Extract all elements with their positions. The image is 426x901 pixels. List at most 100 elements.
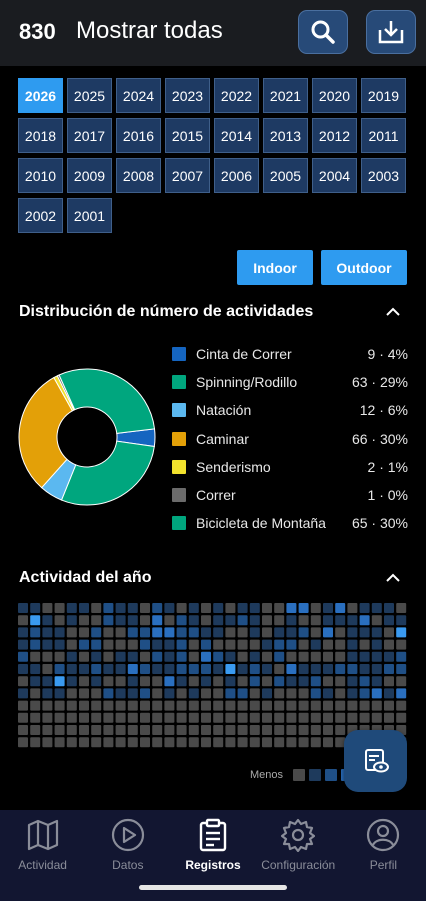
year-button-2022[interactable]: 2022: [214, 78, 259, 113]
heatmap-cell: [127, 639, 138, 650]
year-button-2012[interactable]: 2012: [312, 118, 357, 153]
heatmap-cell: [91, 603, 102, 613]
year-button-2008[interactable]: 2008: [116, 158, 161, 193]
legend-value: 2 · 1%: [367, 458, 408, 475]
nav-actividad[interactable]: Actividad: [0, 810, 85, 901]
year-button-2015[interactable]: 2015: [165, 118, 210, 153]
heatmap-cell: [176, 603, 187, 613]
year-button-2004[interactable]: 2004: [312, 158, 357, 193]
heatmap-cell: [213, 651, 224, 662]
heatmap-cell: [18, 737, 28, 748]
year-button-2017[interactable]: 2017: [67, 118, 112, 153]
legend-value: 65 · 30%: [351, 515, 408, 532]
year-button-2016[interactable]: 2016: [116, 118, 161, 153]
heatmap-cell: [152, 712, 163, 723]
heatmap-cell: [18, 725, 28, 735]
heatmap-cell: [262, 627, 272, 638]
heatmap-cell: [274, 737, 285, 748]
heatmap-cell: [298, 603, 309, 613]
heatmap-cell: [30, 651, 41, 662]
year-button-2005[interactable]: 2005: [263, 158, 308, 193]
heatmap-cell: [262, 688, 272, 699]
heatmap-cell: [225, 651, 236, 662]
year-button-2014[interactable]: 2014: [214, 118, 259, 153]
year-button-2001[interactable]: 2001: [67, 198, 112, 233]
heatmap-cell: [103, 651, 114, 662]
heatmap-cell: [79, 700, 89, 711]
heatmap-cell: [347, 615, 358, 626]
year-activity-title: Actividad del año: [19, 569, 152, 586]
indoor-button[interactable]: Indoor: [237, 250, 313, 285]
chevron-up-icon[interactable]: [384, 305, 402, 319]
heatmap-cell: [213, 737, 224, 748]
year-button-2019[interactable]: 2019: [361, 78, 406, 113]
year-button-2024[interactable]: 2024: [116, 78, 161, 113]
heatmap-cell: [164, 627, 175, 638]
heatmap-cell: [30, 664, 41, 674]
search-button[interactable]: [298, 10, 348, 54]
heatmap-cell: [18, 603, 28, 613]
heatmap-cell: [42, 615, 53, 626]
heatmap-cell: [262, 676, 272, 687]
heatmap-cell: [335, 627, 346, 638]
legend-item: Natación 12 · 6%: [172, 396, 408, 424]
heatmap-cell: [396, 639, 407, 650]
year-button-2023[interactable]: 2023: [165, 78, 210, 113]
heatmap-cell: [323, 627, 333, 638]
outdoor-button[interactable]: Outdoor: [321, 250, 407, 285]
heatmap-cell: [42, 700, 53, 711]
year-button-2003[interactable]: 2003: [361, 158, 406, 193]
heatmap-cell: [274, 725, 285, 735]
heatmap-cell: [79, 688, 89, 699]
year-button-2025[interactable]: 2025: [67, 78, 112, 113]
heatmap-cell: [310, 737, 321, 748]
heatmap-cell: [298, 651, 309, 662]
legend-value: 66 · 30%: [351, 430, 408, 447]
heatmap-cell: [140, 700, 150, 711]
heatmap-cell: [79, 639, 89, 650]
heatmap-cell: [249, 688, 260, 699]
year-button-2009[interactable]: 2009: [67, 158, 112, 193]
chevron-up-icon[interactable]: [384, 571, 402, 585]
heatmap-cell: [103, 676, 114, 687]
year-button-2007[interactable]: 2007: [165, 158, 210, 193]
year-button-2011[interactable]: 2011: [361, 118, 406, 153]
heatmap-cell: [127, 627, 138, 638]
heatmap-cell: [164, 737, 175, 748]
document-view-icon: [364, 749, 389, 773]
heatmap-cell: [237, 676, 248, 687]
heatmap-cell: [347, 676, 358, 687]
year-button-2020[interactable]: 2020: [312, 78, 357, 113]
heatmap-cell: [286, 725, 297, 735]
year-button-2002[interactable]: 2002: [18, 198, 63, 233]
legend-swatch: [172, 516, 186, 531]
heatmap-cell: [164, 664, 175, 674]
year-button-2021[interactable]: 2021: [263, 78, 308, 113]
heatmap-cell: [323, 639, 333, 650]
heatmap-cell: [298, 725, 309, 735]
year-button-2018[interactable]: 2018: [18, 118, 63, 153]
nav-perfil[interactable]: Perfil: [341, 810, 426, 901]
heatmap-cell: [42, 627, 53, 638]
view-records-fab[interactable]: [344, 730, 407, 792]
heatmap-cell: [127, 651, 138, 662]
year-button-2006[interactable]: 2006: [214, 158, 259, 193]
heatmap-cell: [335, 712, 346, 723]
heatmap-cell: [164, 700, 175, 711]
heatmap-cell: [30, 615, 41, 626]
activity-count: 830: [19, 19, 56, 44]
year-button-2010[interactable]: 2010: [18, 158, 63, 193]
heatmap-cell: [188, 676, 199, 687]
year-button-2013[interactable]: 2013: [263, 118, 308, 153]
heatmap-cell: [152, 627, 163, 638]
heatmap-cell: [359, 712, 370, 723]
heatmap-cell: [152, 651, 163, 662]
heatmap-cell: [91, 700, 102, 711]
year-button-2026[interactable]: 2026: [18, 78, 63, 113]
heatmap-cell: [371, 700, 382, 711]
heatmap-cell: [54, 639, 65, 650]
heatmap-cell: [115, 700, 126, 711]
download-button[interactable]: [366, 10, 416, 54]
heatmap-cell: [42, 737, 53, 748]
heatmap-cell: [18, 700, 28, 711]
